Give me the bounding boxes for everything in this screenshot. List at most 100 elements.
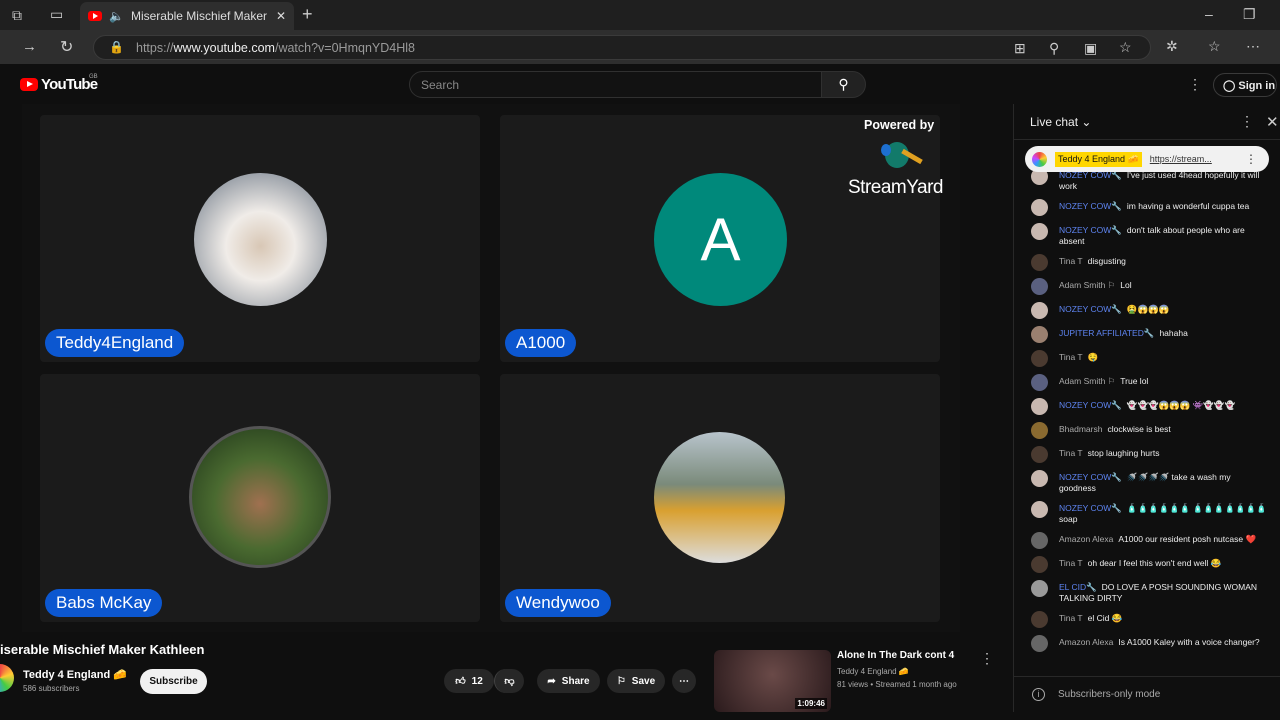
workspaces-icon[interactable]: ⧉ xyxy=(12,7,22,24)
chat-text: Lol xyxy=(1120,280,1132,290)
search-button[interactable]: ⚲ xyxy=(821,71,866,98)
participant-name: Babs McKay xyxy=(45,589,163,617)
chat-author[interactable]: NOZEY COW🔧 xyxy=(1059,304,1122,314)
chat-author[interactable]: Amazon Alexa xyxy=(1059,637,1113,647)
chat-message: NOZEY COW🔧 im having a wonderful cuppa te… xyxy=(1031,199,1268,216)
region-code: GB xyxy=(89,74,98,80)
chat-author[interactable]: Tina T xyxy=(1059,448,1083,458)
chat-author[interactable]: NOZEY COW🔧 xyxy=(1059,225,1122,235)
chat-message: Tina T el Cid 😂 xyxy=(1031,611,1268,628)
avatar xyxy=(1031,254,1048,271)
chat-author[interactable]: EL CID🔧 xyxy=(1059,582,1097,592)
channel-avatar[interactable] xyxy=(0,664,14,692)
chat-author[interactable]: Amazon Alexa xyxy=(1059,534,1113,544)
live-chat-mode-dropdown[interactable]: Live chat xyxy=(1030,115,1078,129)
thumbs-up-icon: 👍︎ xyxy=(455,676,466,687)
chat-text: 🤮😱😱😱 xyxy=(1126,304,1170,314)
search-input[interactable]: Search xyxy=(409,71,822,98)
close-chat-icon[interactable]: ✕ xyxy=(1266,113,1279,131)
sign-in-button[interactable]: ◯ Sign in xyxy=(1213,73,1277,97)
forward-icon[interactable]: → xyxy=(22,38,37,55)
participant-tile: Babs McKay xyxy=(40,374,480,622)
tab-title: Miserable Mischief Maker Ka xyxy=(130,9,269,23)
chat-text: im having a wonderful cuppa tea xyxy=(1126,201,1250,211)
settings-more-icon[interactable]: ⋮ xyxy=(1188,76,1202,93)
app-icon[interactable]: ⊞ xyxy=(1014,40,1026,57)
subscribers-only-notice: i Subscribers-only mode xyxy=(1014,676,1280,712)
avatar-initial: A xyxy=(654,173,787,306)
chat-message: NOZEY COW🔧 👻👻👻😱😱😱 👾👻👻👻 xyxy=(1031,398,1268,415)
share-button[interactable]: ➦ Share xyxy=(537,669,600,693)
tab-actions-icon[interactable]: ▭ xyxy=(50,6,63,23)
chat-more-icon[interactable]: ⋮ xyxy=(1240,113,1254,130)
chat-author[interactable]: JUPITER AFFILIATED🔧 xyxy=(1059,328,1154,338)
pinned-message[interactable]: Teddy 4 England 🧀 https://stream... ⋮ xyxy=(1025,146,1269,172)
chat-text: 🤤 xyxy=(1087,352,1099,362)
favorites-icon[interactable]: ☆ xyxy=(1208,38,1221,55)
info-icon: i xyxy=(1032,688,1045,701)
read-aloud-icon[interactable]: ▣ xyxy=(1084,40,1097,57)
dislike-button[interactable]: 👎︎ xyxy=(494,669,524,693)
related-meta: 81 views • Streamed 1 month ago xyxy=(837,680,957,689)
related-video-title[interactable]: Alone In The Dark cont 4 xyxy=(837,650,954,661)
favorite-star-icon[interactable]: ☆ xyxy=(1119,39,1132,56)
chat-author[interactable]: Tina T xyxy=(1059,352,1083,362)
like-button[interactable]: 👍︎ 12 xyxy=(444,669,494,693)
reload-icon[interactable]: ↻ xyxy=(60,37,73,57)
chat-author[interactable]: NOZEY COW🔧 xyxy=(1059,503,1122,513)
streamyard-duck-logo xyxy=(877,140,923,174)
chat-message: Adam Smith ⚐ Lol xyxy=(1031,278,1268,295)
chat-message: NOZEY COW🔧 I've just used 4head hopefully… xyxy=(1031,170,1268,192)
chat-author[interactable]: NOZEY COW🔧 xyxy=(1059,400,1122,410)
video-player[interactable]: Teddy4England A A1000 Babs McKay Wendywo… xyxy=(22,104,960,632)
chat-author[interactable]: NOZEY COW🔧 xyxy=(1059,201,1122,211)
close-tab-icon[interactable]: ✕ xyxy=(276,9,286,23)
avatar xyxy=(1031,532,1048,549)
new-tab-icon[interactable]: + xyxy=(302,4,313,25)
chat-author[interactable]: Tina T xyxy=(1059,558,1083,568)
chat-author[interactable]: Bhadmarsh xyxy=(1059,424,1102,434)
chat-message-list[interactable]: NOZEY COW🔧 I've just used 4head hopefully… xyxy=(1014,170,1280,675)
avatar xyxy=(1031,635,1048,652)
subscriber-count: 586 subscribers xyxy=(23,684,80,693)
avatar xyxy=(1031,470,1048,487)
maximize-icon[interactable]: ❐ xyxy=(1243,6,1256,23)
chat-author[interactable]: Adam Smith ⚐ xyxy=(1059,280,1115,290)
more-actions-button[interactable]: ⋯ xyxy=(672,669,696,693)
avatar-squirrel xyxy=(194,173,327,306)
more-menu-icon[interactable]: ⋯ xyxy=(1246,38,1260,55)
chat-message: NOZEY COW🔧 🧴🧴🧴🧴🧴🧴 🧴🧴🧴🧴🧴🧴🧴 soap xyxy=(1031,501,1268,525)
avatar xyxy=(1031,611,1048,628)
youtube-logo-icon[interactable] xyxy=(20,78,38,91)
like-count: 12 xyxy=(471,675,483,687)
chat-author[interactable]: Adam Smith ⚐ xyxy=(1059,376,1115,386)
chat-author[interactable]: Tina T xyxy=(1059,256,1083,266)
chat-author[interactable]: NOZEY COW🔧 xyxy=(1059,472,1122,482)
pinned-more-icon[interactable]: ⋮ xyxy=(1245,152,1257,166)
browser-tab[interactable]: 🔈 Miserable Mischief Maker Ka ✕ xyxy=(80,2,294,30)
extensions-icon[interactable]: ✲ xyxy=(1166,38,1178,55)
avatar xyxy=(1031,302,1048,319)
zoom-icon[interactable]: ⚲ xyxy=(1049,40,1059,57)
subscribe-button[interactable]: Subscribe xyxy=(140,669,207,694)
chat-text: clockwise is best xyxy=(1107,424,1171,434)
chat-text: stop laughing hurts xyxy=(1087,448,1160,458)
video-title: iserable Mischief Maker Kathleen xyxy=(0,642,205,657)
related-video-thumbnail[interactable]: 1:09:46 xyxy=(714,650,831,712)
related-more-icon[interactable]: ⋮ xyxy=(980,650,994,667)
avatar xyxy=(1031,278,1048,295)
url-field[interactable]: 🔒 https://www.youtube.com/watch?v=0HmqnY… xyxy=(93,35,1151,60)
related-channel[interactable]: Teddy 4 England 🧀 xyxy=(837,667,909,676)
avatar xyxy=(1031,556,1048,573)
youtube-favicon-icon xyxy=(88,11,102,21)
chevron-down-icon[interactable]: ⌄ xyxy=(1078,115,1091,129)
pinned-link[interactable]: https://stream... xyxy=(1150,154,1212,164)
avatar-deer xyxy=(189,426,331,568)
channel-name[interactable]: Teddy 4 England 🧀 xyxy=(23,668,127,681)
speaker-icon[interactable]: 🔈 xyxy=(109,9,124,23)
avatar xyxy=(1031,326,1048,343)
minimize-icon[interactable]: – xyxy=(1205,6,1213,22)
chat-author[interactable]: Tina T xyxy=(1059,613,1083,623)
lock-icon: 🔒 xyxy=(109,40,124,54)
save-button[interactable]: ⚐ Save xyxy=(607,669,665,693)
